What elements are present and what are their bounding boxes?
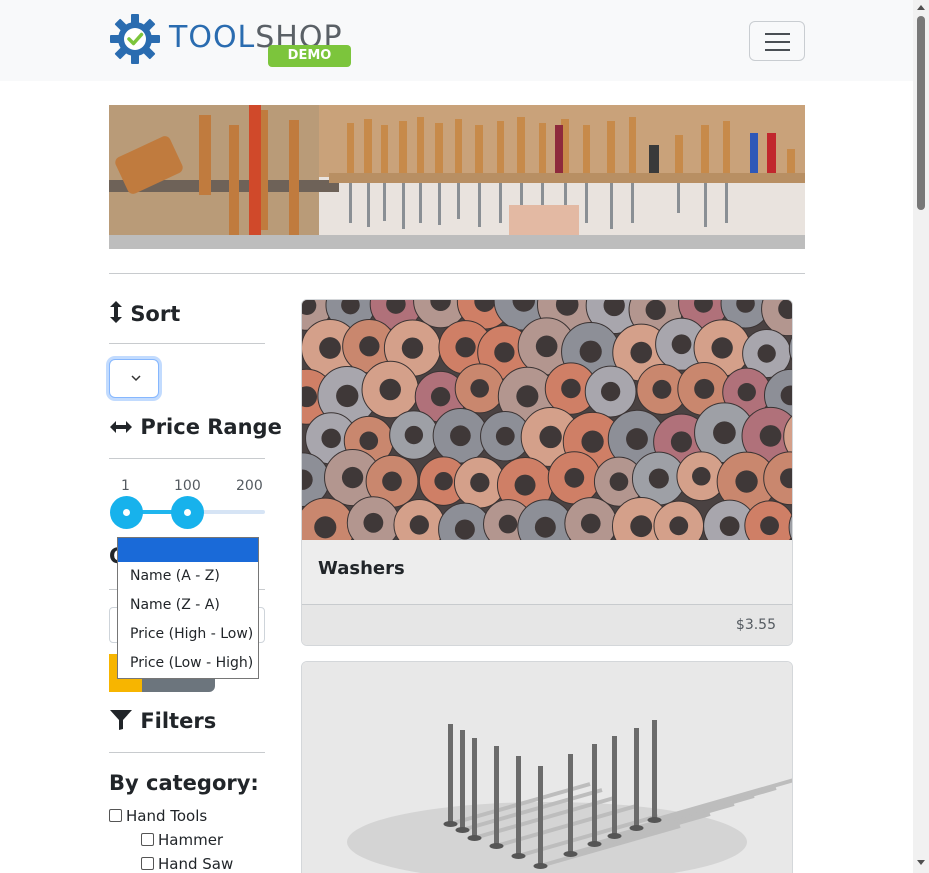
sort-option-price-asc[interactable]: Price (Low - High) (118, 649, 258, 678)
category-checkbox-hand-saw[interactable]: Hand Saw (141, 855, 233, 873)
checkbox-box[interactable] (141, 833, 154, 846)
price-range-divider (109, 458, 265, 459)
chevron-down-icon (131, 375, 141, 382)
category-checkbox-hammer[interactable]: Hammer (141, 831, 223, 849)
sort-option-price-desc[interactable]: Price (High - Low) (118, 620, 258, 649)
sort-option-empty[interactable] (118, 538, 258, 562)
product-price: $3.55 (735, 617, 776, 633)
sort-select[interactable] (109, 359, 159, 398)
slider-max-label: 200 (236, 478, 263, 494)
navbar: TOOLSHOP DEMO (0, 0, 913, 81)
hero-banner-image (109, 105, 805, 249)
sort-option-name-desc[interactable]: Name (Z - A) (118, 591, 258, 620)
nav-toggle-button[interactable] (749, 21, 805, 61)
filters-heading: Filters (109, 709, 216, 733)
product-card-footer: $3.55 (302, 604, 792, 645)
price-slider-min-handle[interactable] (110, 496, 143, 529)
up-down-arrow-icon (110, 301, 122, 323)
scroll-up-arrow-icon[interactable] (917, 5, 925, 10)
left-right-arrow-icon (110, 421, 132, 433)
filters-heading-label: Filters (140, 709, 217, 733)
toolshop-logo[interactable]: TOOLSHOP DEMO (109, 13, 359, 69)
price-slider-max-handle[interactable] (171, 496, 205, 529)
product-card-body: Washers (302, 540, 792, 604)
header-divider (109, 273, 805, 274)
price-range-heading-label: Price Range (140, 415, 282, 439)
price-range-heading: Price Range (109, 415, 282, 439)
checkbox-box[interactable] (109, 809, 122, 822)
category-label: Hand Saw (158, 855, 234, 873)
sort-heading-label: Sort (130, 302, 181, 326)
category-heading: By category: (109, 771, 259, 795)
funnel-icon (110, 710, 132, 730)
page-scrollbar[interactable] (913, 0, 929, 873)
sort-option-name-asc[interactable]: Name (A - Z) (118, 562, 258, 591)
category-label: Hand Tools (126, 807, 208, 825)
sort-dropdown-list: Name (A - Z) Name (Z - A) Price (High - … (117, 537, 259, 679)
logo-demo-badge: DEMO (268, 45, 351, 67)
product-name[interactable]: Washers (318, 558, 405, 579)
category-label: Hammer (158, 831, 224, 849)
product-image-washers[interactable] (302, 300, 792, 540)
slider-value-label: 100 (174, 478, 201, 494)
checkbox-box[interactable] (141, 857, 154, 870)
scroll-down-arrow-icon[interactable] (917, 860, 925, 865)
gear-check-icon (110, 14, 160, 64)
scrollbar-thumb[interactable] (917, 16, 925, 210)
product-card[interactable] (301, 661, 793, 873)
filters-divider (109, 752, 265, 753)
product-card[interactable]: Washers $3.55 (301, 299, 793, 646)
slider-min-label: 1 (121, 478, 130, 494)
sort-divider (109, 343, 265, 344)
logo-word-tool: TOOL (169, 20, 256, 55)
category-checkbox-hand-tools[interactable]: Hand Tools (109, 807, 207, 825)
sort-heading: Sort (109, 300, 180, 326)
product-image-screws[interactable] (302, 662, 792, 873)
